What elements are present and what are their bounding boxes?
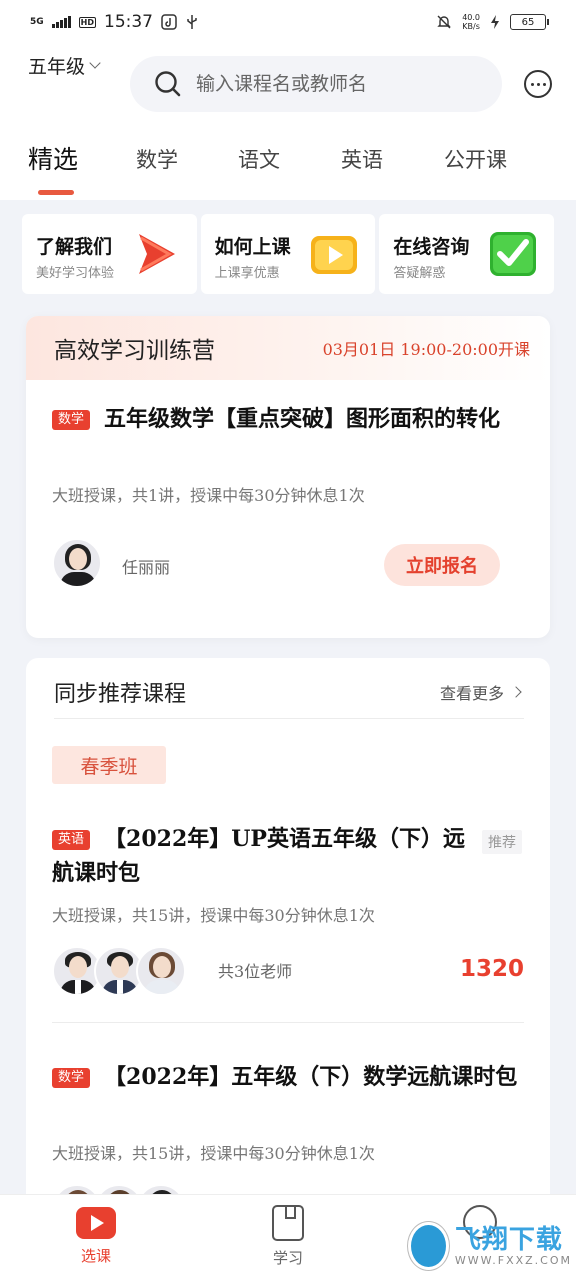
book-icon bbox=[272, 1205, 304, 1241]
usb-icon bbox=[187, 15, 197, 29]
grade-label: 五年级 bbox=[28, 56, 86, 78]
green-check-icon bbox=[490, 232, 537, 276]
recommend-section: 同步推荐课程 查看更多 春季班 英语 【2022年】UP英语五年级（下）远航课时包… bbox=[26, 658, 550, 1218]
course-title: 数学 五年级数学【重点突破】图形面积的转化 bbox=[52, 402, 528, 436]
camp-title: 高效学习训练营 bbox=[54, 338, 215, 364]
quick-link-consult[interactable]: 在线咨询 答疑解惑 bbox=[379, 214, 555, 294]
chevron-right-icon bbox=[510, 686, 522, 698]
network-speed: 40.0 KB/s bbox=[462, 13, 480, 31]
site-watermark: 飞翔下载 WWW.FXXZ.COM bbox=[408, 1220, 572, 1272]
category-tabs: 精选 数学 语文 英语 公开课 bbox=[0, 140, 576, 200]
camp-time: 03月01日 19:00-20:00开课 bbox=[322, 340, 530, 359]
subject-tag: 英语 bbox=[52, 830, 91, 850]
quick-link-title: 在线咨询 bbox=[393, 236, 470, 258]
quick-link-subtitle: 答疑解惑 bbox=[393, 266, 446, 281]
charging-icon bbox=[491, 15, 499, 29]
network-type: 5G bbox=[30, 16, 44, 27]
divider bbox=[52, 1022, 524, 1023]
nav-study[interactable]: 学习 bbox=[248, 1205, 328, 1268]
tab-math[interactable]: 数学 bbox=[136, 140, 178, 174]
recommend-badge: 推荐 bbox=[482, 830, 522, 854]
avatar bbox=[52, 538, 102, 588]
quick-link-how-to[interactable]: 如何上课 上课享优惠 bbox=[200, 214, 376, 294]
tab-indicator bbox=[38, 190, 74, 195]
battery-icon: 65 bbox=[510, 14, 549, 30]
clock: 15:37 bbox=[104, 12, 153, 32]
price: 1320 bbox=[459, 956, 524, 982]
nav-label: 选课 bbox=[80, 1247, 111, 1265]
quick-link-subtitle: 上课享优惠 bbox=[214, 266, 280, 281]
tab-english[interactable]: 英语 bbox=[341, 140, 383, 174]
play-icon bbox=[76, 1207, 116, 1239]
subject-tag: 数学 bbox=[52, 410, 91, 430]
mute-bell-icon bbox=[437, 15, 451, 29]
teacher-name: 任丽丽 bbox=[122, 558, 171, 577]
quick-link-title: 如何上课 bbox=[214, 236, 291, 258]
signal-icon bbox=[51, 16, 71, 28]
status-bar: 5G HD 15:37 40.0 KB/s 65 bbox=[0, 0, 576, 44]
divider bbox=[54, 718, 524, 719]
search-input[interactable] bbox=[196, 73, 476, 95]
header: 五年级 精选 数学 语文 英语 公开课 bbox=[0, 44, 576, 200]
tiktok-notification-icon bbox=[161, 14, 177, 30]
tab-chinese[interactable]: 语文 bbox=[238, 140, 280, 174]
hd-icon: HD bbox=[78, 16, 96, 28]
teacher-count: 共3位老师 bbox=[218, 962, 293, 981]
course-desc: 大班授课，共15讲，授课中每30分钟休息1次 bbox=[52, 1144, 375, 1163]
grade-selector[interactable]: 五年级 bbox=[28, 52, 101, 79]
quick-links: 了解我们 美好学习体验 如何上课 上课享优惠 在线咨询 答疑解惑 bbox=[22, 214, 555, 294]
course-desc: 大班授课，共15讲，授课中每30分钟休息1次 bbox=[52, 906, 375, 925]
watermark-logo-icon bbox=[408, 1222, 449, 1270]
teacher-avatars bbox=[52, 946, 186, 996]
training-camp-card[interactable]: 高效学习训练营 03月01日 19:00-20:00开课 数学 五年级数学【重点突… bbox=[26, 316, 550, 638]
watermark-url: WWW.FXXZ.COM bbox=[454, 1253, 572, 1267]
avatar bbox=[136, 946, 186, 996]
course-desc: 大班授课，共1讲，授课中每30分钟休息1次 bbox=[52, 486, 365, 505]
search-bar[interactable] bbox=[130, 56, 502, 112]
section-title: 同步推荐课程 bbox=[54, 682, 187, 707]
nav-label: 学习 bbox=[272, 1249, 303, 1267]
course-title[interactable]: 英语 【2022年】UP英语五年级（下）远航课时包 bbox=[52, 822, 472, 890]
search-icon bbox=[155, 71, 181, 97]
camp-header: 高效学习训练营 03月01日 19:00-20:00开课 bbox=[26, 316, 550, 380]
chevron-down-icon bbox=[89, 57, 101, 69]
subject-tag: 数学 bbox=[52, 1068, 91, 1088]
course-title[interactable]: 数学 【2022年】五年级（下）数学远航课时包 bbox=[52, 1060, 528, 1094]
season-tab[interactable]: 春季班 bbox=[52, 746, 166, 784]
yellow-video-icon bbox=[311, 236, 358, 274]
enroll-button[interactable]: 立即报名 bbox=[384, 544, 500, 586]
tab-featured[interactable]: 精选 bbox=[28, 140, 78, 195]
nav-course-select[interactable]: 选课 bbox=[56, 1205, 136, 1266]
quick-link-about[interactable]: 了解我们 美好学习体验 bbox=[22, 214, 197, 294]
tab-open-class[interactable]: 公开课 bbox=[444, 140, 507, 174]
quick-link-subtitle: 美好学习体验 bbox=[36, 266, 115, 281]
view-more-link[interactable]: 查看更多 bbox=[440, 680, 522, 704]
message-icon[interactable] bbox=[524, 70, 552, 98]
red-play-logo-icon bbox=[138, 234, 175, 274]
watermark-title: 飞翔下载 bbox=[454, 1224, 563, 1255]
quick-link-title: 了解我们 bbox=[36, 236, 113, 258]
